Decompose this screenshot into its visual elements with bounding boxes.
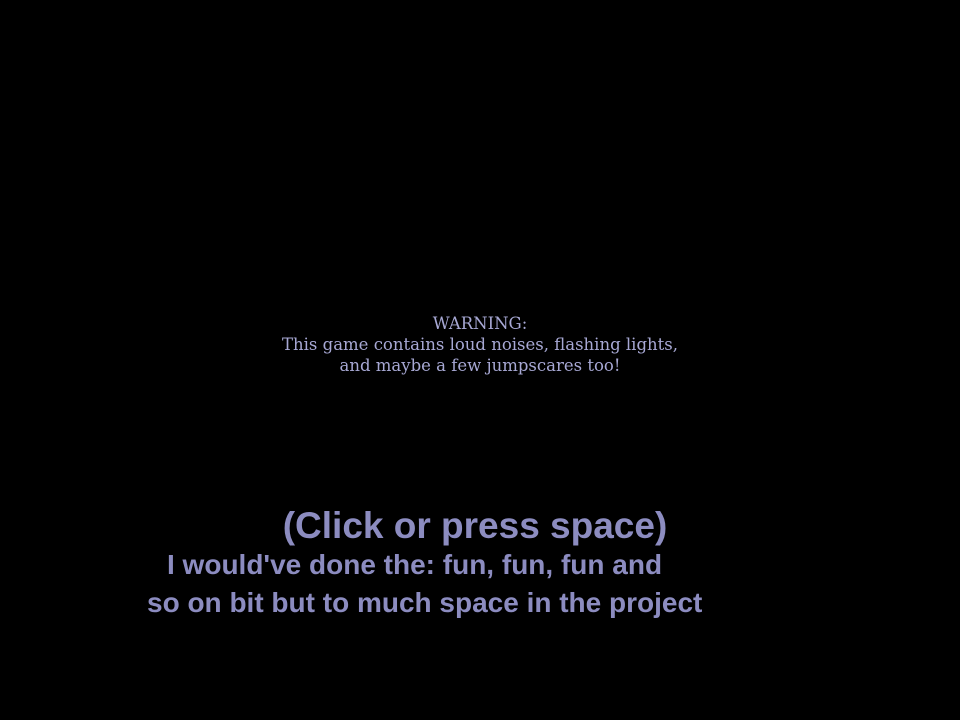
continue-prompt[interactable]: (Click or press space) [0,503,950,549]
author-note-line-2: so on bit but to much space in the proje… [147,587,703,618]
warning-heading: WARNING: [432,314,528,333]
warning-line-2: and maybe a few jumpscares too! [339,356,621,375]
warning-line-1: This game contains loud noises, flashing… [282,335,678,354]
author-note-line-1: I would've done the: fun, fun, fun and [167,549,663,580]
game-stage[interactable]: WARNING: This game contains loud noises,… [0,0,960,720]
warning-message: WARNING: This game contains loud noises,… [0,313,960,376]
